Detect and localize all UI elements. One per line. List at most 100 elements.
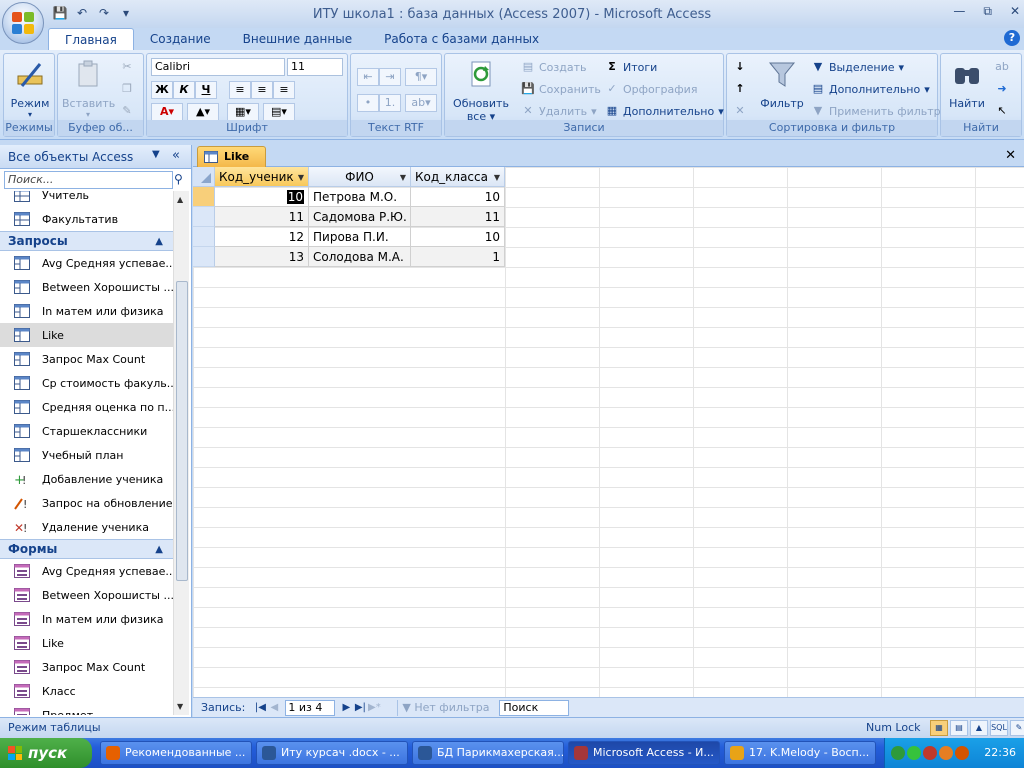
highlight-icon[interactable]: ab▾ <box>405 94 437 112</box>
refresh-all-button[interactable]: Обновить все ▾ <box>449 58 513 123</box>
copy-icon[interactable]: ❐ <box>120 82 134 96</box>
nav-item-query[interactable]: Старшеклассники <box>0 419 173 443</box>
close-icon[interactable]: ✕ <box>1010 4 1020 19</box>
nav-item-form[interactable]: Like <box>0 631 173 655</box>
underline-button[interactable]: Ч <box>195 81 217 99</box>
datasheet-view-icon[interactable]: ▦ <box>930 720 948 736</box>
first-record-icon[interactable]: |◀ <box>253 702 267 713</box>
align-left-icon[interactable]: ≡ <box>229 81 251 99</box>
nav-item-query[interactable]: Like <box>0 323 173 347</box>
paragraph-icon[interactable]: ¶▾ <box>405 68 437 86</box>
alternate-fill-icon[interactable]: ▤▾ <box>263 103 295 121</box>
task-word-db[interactable]: БД Парикмахерская... <box>412 741 564 765</box>
tray-flag-icon[interactable] <box>955 746 969 760</box>
sql-view-button[interactable]: SQL <box>990 720 1008 736</box>
task-browser[interactable]: Рекомендованные ... <box>100 741 252 765</box>
tab-database-tools[interactable]: Работа с базами данных <box>368 28 555 50</box>
select-all-corner[interactable] <box>193 167 215 187</box>
clear-sort-icon[interactable]: ✕ <box>733 104 747 118</box>
nav-item-query[interactable]: Avg Средняя успевае... <box>0 251 173 275</box>
nav-item-form[interactable]: In матем или физика <box>0 607 173 631</box>
record-position-input[interactable]: 1 из 4 <box>285 699 336 716</box>
cell-class[interactable]: 10 <box>411 187 505 207</box>
office-button[interactable] <box>2 2 44 44</box>
bullets-icon[interactable]: • <box>357 94 379 112</box>
close-document-icon[interactable]: ✕ <box>1005 148 1016 163</box>
table-row[interactable]: 11 Садомова Р.Ю. 11 <box>193 207 505 227</box>
table-row[interactable]: 10 Петрова М.О. 10 <box>193 187 505 207</box>
increase-indent-icon[interactable]: ⇥ <box>379 68 401 86</box>
font-color-icon[interactable]: A▾ <box>151 103 183 121</box>
numbering-icon[interactable]: 1. <box>379 94 401 112</box>
paste-button[interactable]: Вставить ▾ <box>62 58 115 119</box>
column-header-fio[interactable]: ФИО ▼ <box>309 167 411 187</box>
next-record-icon[interactable]: ▶ <box>339 702 353 713</box>
scroll-down-icon[interactable]: ▼ <box>177 702 183 711</box>
cell-id[interactable]: 13 <box>215 247 309 267</box>
nav-item-form[interactable]: Запрос Max Count <box>0 655 173 679</box>
pivot-table-icon[interactable]: ▤ <box>950 720 968 736</box>
tab-home[interactable]: Главная <box>48 28 134 50</box>
search-icon[interactable]: ⚲ <box>174 172 183 186</box>
last-record-icon[interactable]: ▶| <box>353 702 367 713</box>
scroll-up-icon[interactable]: ▲ <box>177 195 183 204</box>
row-selector[interactable] <box>193 227 215 247</box>
cell-class[interactable]: 10 <box>411 227 505 247</box>
nav-item-query[interactable]: Запрос Max Count <box>0 347 173 371</box>
nav-item-form[interactable]: Avg Средняя успевае... <box>0 559 173 583</box>
cell-class[interactable]: 1 <box>411 247 505 267</box>
pivot-chart-icon[interactable]: ▲ <box>970 720 988 736</box>
new-record-nav-icon[interactable]: ▶* <box>367 702 381 713</box>
selection-button[interactable]: ▼ Выделение ▾ <box>811 60 904 74</box>
cut-icon[interactable]: ✂ <box>120 60 134 74</box>
cell-fio[interactable]: Петрова М.О. <box>309 187 411 207</box>
nav-item-query[interactable]: +! Добавление ученика <box>0 467 173 491</box>
nav-scrollbar[interactable]: ▲ ▼ <box>173 191 189 715</box>
advanced-filter-button[interactable]: ▤ Дополнительно ▾ <box>811 82 930 96</box>
collapse-group-icon[interactable]: ▲ <box>155 544 163 555</box>
nav-item-form[interactable]: Between Хорошисты ... <box>0 583 173 607</box>
task-player[interactable]: 17. K.Melody - Восп... <box>724 741 876 765</box>
format-painter-icon[interactable]: ✎ <box>120 104 134 118</box>
doc-tab-like[interactable]: Like <box>197 146 267 167</box>
column-dropdown-icon[interactable]: ▼ <box>298 168 304 186</box>
record-search-input[interactable]: Поиск <box>499 699 570 716</box>
tray-messenger-icon[interactable] <box>907 746 921 760</box>
nav-item-form[interactable]: Предмет <box>0 703 173 715</box>
collapse-pane-icon[interactable]: « <box>172 148 180 163</box>
italic-button[interactable]: К <box>173 81 195 99</box>
nav-item-form[interactable]: Класс <box>0 679 173 703</box>
tab-external-data[interactable]: Внешние данные <box>227 28 368 50</box>
totals-button[interactable]: Σ Итоги <box>605 60 657 74</box>
tray-security-icon[interactable] <box>923 746 937 760</box>
nav-group-queries[interactable]: Запросы ▲ <box>0 231 173 251</box>
cell-id[interactable]: 11 <box>215 207 309 227</box>
align-right-icon[interactable]: ≡ <box>273 81 295 99</box>
table-row[interactable]: 13 Солодова М.А. 1 <box>193 247 505 267</box>
font-size-select[interactable]: 11 <box>287 58 343 76</box>
column-header-class[interactable]: Код_класса ▼ <box>411 167 505 187</box>
cell-fio[interactable]: Пирова П.И. <box>309 227 411 247</box>
delete-record-button[interactable]: ✕ Удалить ▾ <box>521 104 596 118</box>
cell-id[interactable]: 12 <box>215 227 309 247</box>
replace-icon[interactable]: ab <box>995 60 1009 74</box>
nav-item-query[interactable]: ! Запрос на обновление <box>0 491 173 515</box>
table-row[interactable]: 12 Пирова П.И. 10 <box>193 227 505 247</box>
row-selector[interactable] <box>193 247 215 267</box>
cell-fio[interactable]: Садомова Р.Ю. <box>309 207 411 227</box>
tray-opera-icon[interactable] <box>939 746 953 760</box>
collapse-group-icon[interactable]: ▲ <box>155 236 163 247</box>
nav-search-input[interactable]: Поиск... <box>4 171 173 189</box>
cell-id[interactable]: 10 <box>215 187 309 207</box>
bold-button[interactable]: Ж <box>151 81 173 99</box>
design-view-icon[interactable]: ✎ <box>1010 720 1024 736</box>
new-record-button[interactable]: ▤ Создать <box>521 60 587 74</box>
more-records-button[interactable]: ▦ Дополнительно ▾ <box>605 104 724 118</box>
nav-item-query[interactable]: In матем или физика <box>0 299 173 323</box>
gridlines-icon[interactable]: ▦▾ <box>227 103 259 121</box>
filter-status[interactable]: ▼ Нет фильтра <box>397 699 493 716</box>
column-dropdown-icon[interactable]: ▼ <box>400 168 406 186</box>
select-cursor-icon[interactable]: ↖ <box>995 104 1009 118</box>
nav-item-query[interactable]: Средняя оценка по п... <box>0 395 173 419</box>
nav-item-table[interactable]: Факультатив <box>0 207 173 231</box>
